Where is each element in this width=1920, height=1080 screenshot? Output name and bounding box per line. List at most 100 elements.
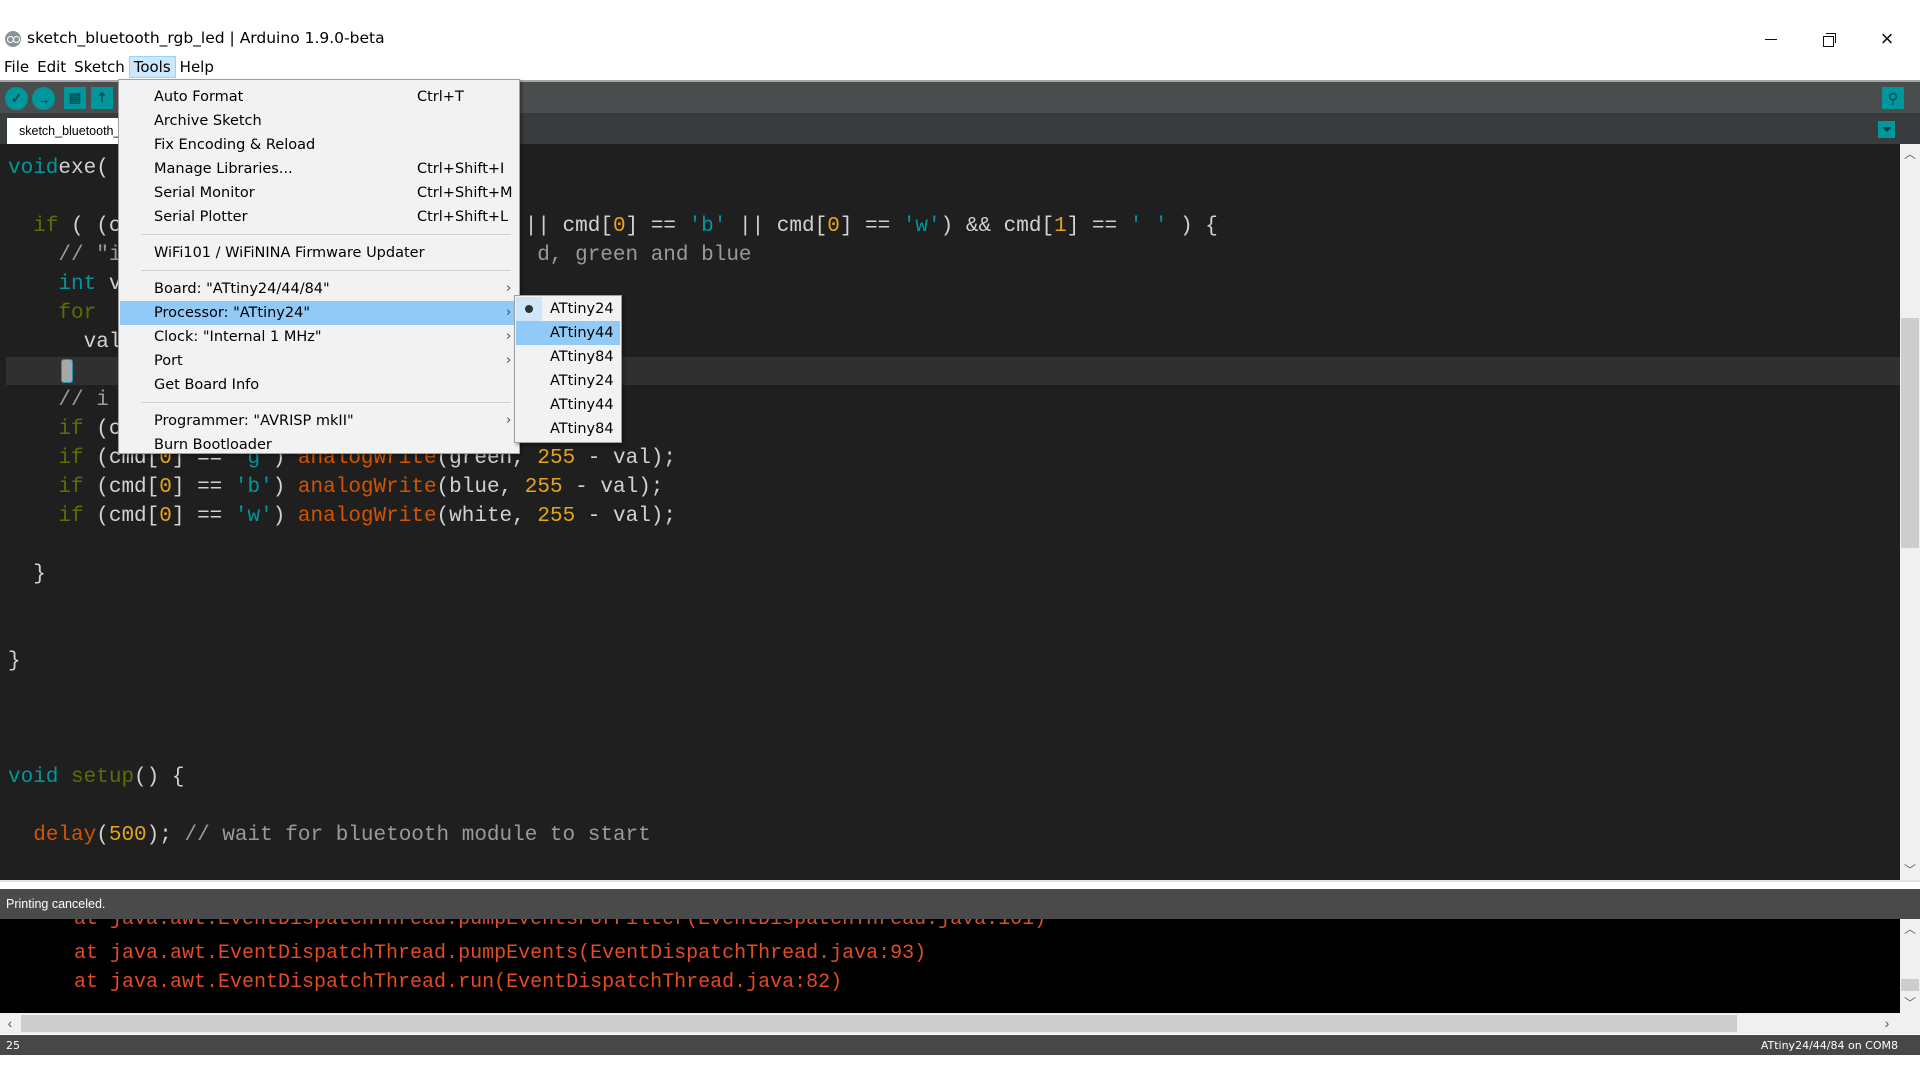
menu-edit[interactable]: Edit [33, 56, 70, 78]
code-token: (cmd[ [83, 505, 160, 528]
new-file-icon: ▤ [68, 90, 82, 105]
menu-help[interactable]: Help [176, 56, 218, 78]
close-icon: × [1880, 26, 1894, 51]
menu-item-label: Fix Encoding & Reload [154, 137, 316, 153]
arduino-logo-icon [5, 31, 21, 47]
processor-option-label: ATtiny84 [550, 421, 614, 437]
menu-item-burn-bootloader[interactable]: Burn Bootloader [120, 433, 518, 457]
code-line: delay(500); // wait for bluetooth module… [8, 821, 651, 850]
console-vertical-scrollbar[interactable]: ︿ ﹀ [1900, 919, 1920, 1013]
processor-option-label: ATtiny84 [550, 349, 614, 365]
menu-item-serial-plotter[interactable]: Serial Plotter Ctrl+Shift+L [120, 205, 518, 229]
status-message: Printing canceled. [0, 889, 1920, 919]
code-token: - val); [575, 447, 677, 470]
menu-item-manage-libraries[interactable]: Manage Libraries... Ctrl+Shift+I [120, 157, 518, 181]
chevron-right-icon: › [506, 329, 512, 344]
menu-item-archive-sketch[interactable]: Archive Sketch [120, 109, 518, 133]
console-scroll-thumb[interactable] [1901, 979, 1919, 991]
new-sketch-button[interactable]: ▤ [64, 87, 86, 109]
chevron-right-icon: › [506, 281, 512, 296]
menu-item-processor-attiny24[interactable]: Processor: "ATtiny24" › [120, 301, 518, 325]
scroll-left-icon[interactable]: ‹ [3, 1016, 17, 1030]
menu-item-label: Burn Bootloader [154, 437, 272, 453]
editor-vertical-scrollbar[interactable]: ︿ ﹀ [1900, 144, 1920, 880]
processor-option-attiny44[interactable]: ATtiny44 [516, 321, 620, 345]
menu-item-shortcut: Ctrl+Shift+I [417, 161, 505, 177]
code-token: 0 [612, 215, 626, 238]
scroll-right-icon[interactable]: › [1880, 1016, 1894, 1030]
menu-item-get-board-info[interactable]: Get Board Info [120, 373, 518, 397]
processor-option-label: ATtiny24 [550, 373, 614, 389]
menu-item-label: Serial Monitor [154, 185, 255, 201]
code-token: void [8, 766, 59, 789]
code-token: ) { [1167, 215, 1218, 238]
processor-option-attiny44[interactable]: ATtiny44 [516, 393, 620, 417]
menu-item-auto-format[interactable]: Auto Format Ctrl+T [120, 85, 518, 109]
tools-dropdown-menu: Auto Format Ctrl+T Archive Sketch Fix Encod… [118, 79, 520, 454]
code-token: for [58, 302, 97, 325]
menu-item-shortcut: Ctrl+Shift+M [417, 185, 513, 201]
menu-item-label: Processor: "ATtiny24" [154, 305, 311, 321]
code-token: || cmd[ [726, 215, 828, 238]
menu-bar: File Edit Sketch Tools Help [0, 56, 1920, 78]
menu-item-label: Programmer: "AVRISP mkII" [154, 413, 354, 429]
code-token: analogWrite [297, 476, 437, 499]
chevron-down-icon [1881, 127, 1892, 132]
code-token: ( (c [58, 215, 122, 238]
code-token: 'w' [234, 505, 273, 528]
menu-tools[interactable]: Tools [128, 56, 176, 78]
scroll-corner [1900, 1013, 1920, 1034]
code-token: 500 [108, 824, 147, 847]
verify-button[interactable]: ✓ [5, 87, 28, 110]
serial-monitor-button[interactable]: ⚲ [1882, 87, 1904, 109]
menu-item-fix-encoding-reload[interactable]: Fix Encoding & Reload [120, 133, 518, 157]
code-token: ) [272, 476, 298, 499]
scroll-up-icon[interactable]: ︿ [1904, 148, 1916, 160]
processor-option-attiny24[interactable]: ATtiny24 [516, 369, 620, 393]
code-token: - val); [562, 476, 664, 499]
console-output: at java.awt.EventDispatchThread.pumpEven… [0, 919, 1900, 1013]
code-line: val [8, 328, 122, 357]
upload-button[interactable]: → [32, 87, 55, 110]
menu-item-serial-monitor[interactable]: Serial Monitor Ctrl+Shift+M [120, 181, 518, 205]
checkmark-icon: ✓ [10, 90, 23, 106]
code-line: int v [8, 270, 121, 299]
menu-item-board-attiny24-44-84[interactable]: Board: "ATtiny24/44/84" › [120, 277, 518, 301]
code-token: - val); [575, 505, 677, 528]
code-token: int [58, 273, 97, 296]
menu-item-label: Auto Format [154, 89, 244, 105]
menu-item-port[interactable]: Port › [120, 349, 518, 373]
code-line: } [8, 560, 46, 589]
console-horizontal-scrollbar[interactable]: ‹ › [0, 1013, 1900, 1034]
code-token: 0 [827, 215, 840, 238]
menu-separator [141, 402, 511, 403]
processor-option-attiny84[interactable]: ATtiny84 [516, 417, 620, 441]
tab-menu-button[interactable] [1878, 121, 1895, 138]
code-token: 255 [537, 505, 576, 528]
console-line: at java.awt.EventDispatchThread.pumpEven… [74, 942, 927, 965]
processor-option-attiny84[interactable]: ATtiny84 [516, 345, 620, 369]
minimize-button[interactable] [1746, 22, 1796, 56]
text-caret [61, 359, 73, 383]
menu-item-label: WiFi101 / WiFiNINA Firmware Updater [154, 245, 425, 261]
scroll-up-icon[interactable]: ︿ [1904, 923, 1916, 935]
menu-sketch[interactable]: Sketch [70, 56, 129, 78]
menu-item-wifi101-wifinina-firmware-updater[interactable]: WiFi101 / WiFiNINA Firmware Updater [120, 241, 518, 265]
menu-item-shortcut: Ctrl+Shift+L [417, 209, 509, 225]
restore-button[interactable] [1804, 22, 1854, 56]
scroll-down-icon[interactable]: ﹀ [1904, 997, 1916, 1009]
menu-item-clock-internal-1-mhz[interactable]: Clock: "Internal 1 MHz" › [120, 325, 518, 349]
menu-file[interactable]: File [0, 56, 33, 78]
horizontal-scroll-thumb[interactable] [21, 1015, 1737, 1032]
open-button[interactable]: ⇡ [91, 87, 113, 109]
processor-option-attiny24[interactable]: ATtiny24 [516, 297, 620, 321]
editor-scroll-thumb[interactable] [1901, 318, 1919, 548]
close-button[interactable]: × [1862, 22, 1912, 56]
menu-item-programmer-avrisp-mkii[interactable]: Programmer: "AVRISP mkII" › [120, 409, 518, 433]
menu-item-label: Clock: "Internal 1 MHz" [154, 329, 322, 345]
scroll-down-icon[interactable]: ﹀ [1904, 864, 1916, 876]
code-token: ] == [839, 215, 903, 238]
